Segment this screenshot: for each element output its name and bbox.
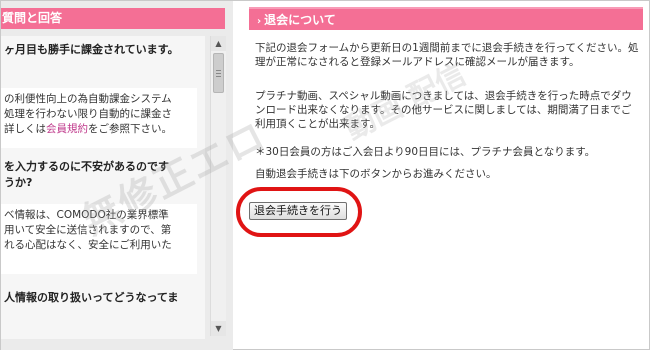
faq-answer: の利便性向上の為自動課金システム 処理を行わない限り自動的に課金さ 詳しくは会員… bbox=[1, 88, 197, 148]
withdrawal-download-notice: プラチナ動画、スペシャル動画につきましては、退会手続きを行った時点でダウンロード… bbox=[255, 90, 632, 130]
faq-header: 質問と回答 bbox=[1, 8, 225, 29]
chevron-right-icon: › bbox=[257, 16, 262, 27]
faq-question-line: うか? bbox=[4, 176, 33, 189]
grip-line bbox=[216, 70, 221, 71]
grip-line bbox=[216, 76, 221, 77]
faq-scrollbar[interactable]: ▲ ▼ bbox=[210, 36, 226, 336]
faq-answer-text: をご参照下さい。 bbox=[88, 123, 172, 135]
withdrawal-instruction: 自動退会手続きは下のボタンからお進みください。 bbox=[255, 168, 497, 180]
faq-question[interactable]: を入力するのに不安があるのです うか? bbox=[4, 159, 204, 191]
faq-question[interactable]: ヶ月目も勝手に課金されています。 bbox=[4, 42, 204, 58]
scroll-down-arrow-icon[interactable]: ▼ bbox=[211, 321, 226, 336]
faq-answer-line: 処理を行わない限り自動的に課金さ bbox=[4, 108, 172, 120]
faq-question[interactable]: 人情報の取り扱いってどうなってま bbox=[4, 290, 204, 306]
faq-answer-line: 詳しくは会員規約をご参照下さい。 bbox=[4, 122, 197, 137]
faq-answer-text: 詳しくは bbox=[4, 123, 46, 135]
faq-question-line: を入力するのに不安があるのです bbox=[4, 160, 169, 173]
faq-answer-line: の利便性向上の為自動課金システム bbox=[4, 93, 172, 105]
withdrawal-info-text: 下記の退会フォームから更新日の1週間前までに退会手続きを行ってください。処理が正… bbox=[255, 42, 639, 68]
faq-answer: ベ情報は、COMODO社の業界標準 用いて安全に送信されますので、第 れる心配は… bbox=[1, 204, 197, 274]
scroll-up-arrow-icon[interactable]: ▲ bbox=[211, 36, 226, 51]
withdrawal-header: › 退会について bbox=[249, 7, 643, 30]
withdraw-button[interactable]: 退会手続きを行う bbox=[249, 202, 347, 220]
scroll-thumb[interactable] bbox=[213, 53, 224, 93]
withdrawal-title: 退会について bbox=[264, 13, 336, 27]
membership-note: ＊30日会員の方はご入会日より90日目には、プラチナ会員となります。 bbox=[255, 146, 596, 158]
faq-panel: 質問と回答 ヶ月目も勝手に課金されています。 の利便性向上の為自動課金システム … bbox=[1, 1, 233, 350]
faq-answer-line: 用いて安全に送信されますので、第 bbox=[4, 224, 172, 236]
faq-list: ヶ月目も勝手に課金されています。 の利便性向上の為自動課金システム 処理を行わな… bbox=[1, 36, 205, 339]
terms-link[interactable]: 会員規約 bbox=[46, 123, 88, 135]
grip-line bbox=[216, 73, 221, 74]
faq-answer-line: ベ情報は、COMODO社の業界標準 bbox=[4, 209, 169, 221]
withdrawal-content: 下記の退会フォームから更新日の1週間前までに退会手続きを行ってください。処理が正… bbox=[249, 30, 643, 340]
page-frame: 質問と回答 ヶ月目も勝手に課金されています。 の利便性向上の為自動課金システム … bbox=[0, 0, 650, 350]
faq-answer-line: れる心配はなく、安全にご利用いた bbox=[4, 239, 172, 251]
